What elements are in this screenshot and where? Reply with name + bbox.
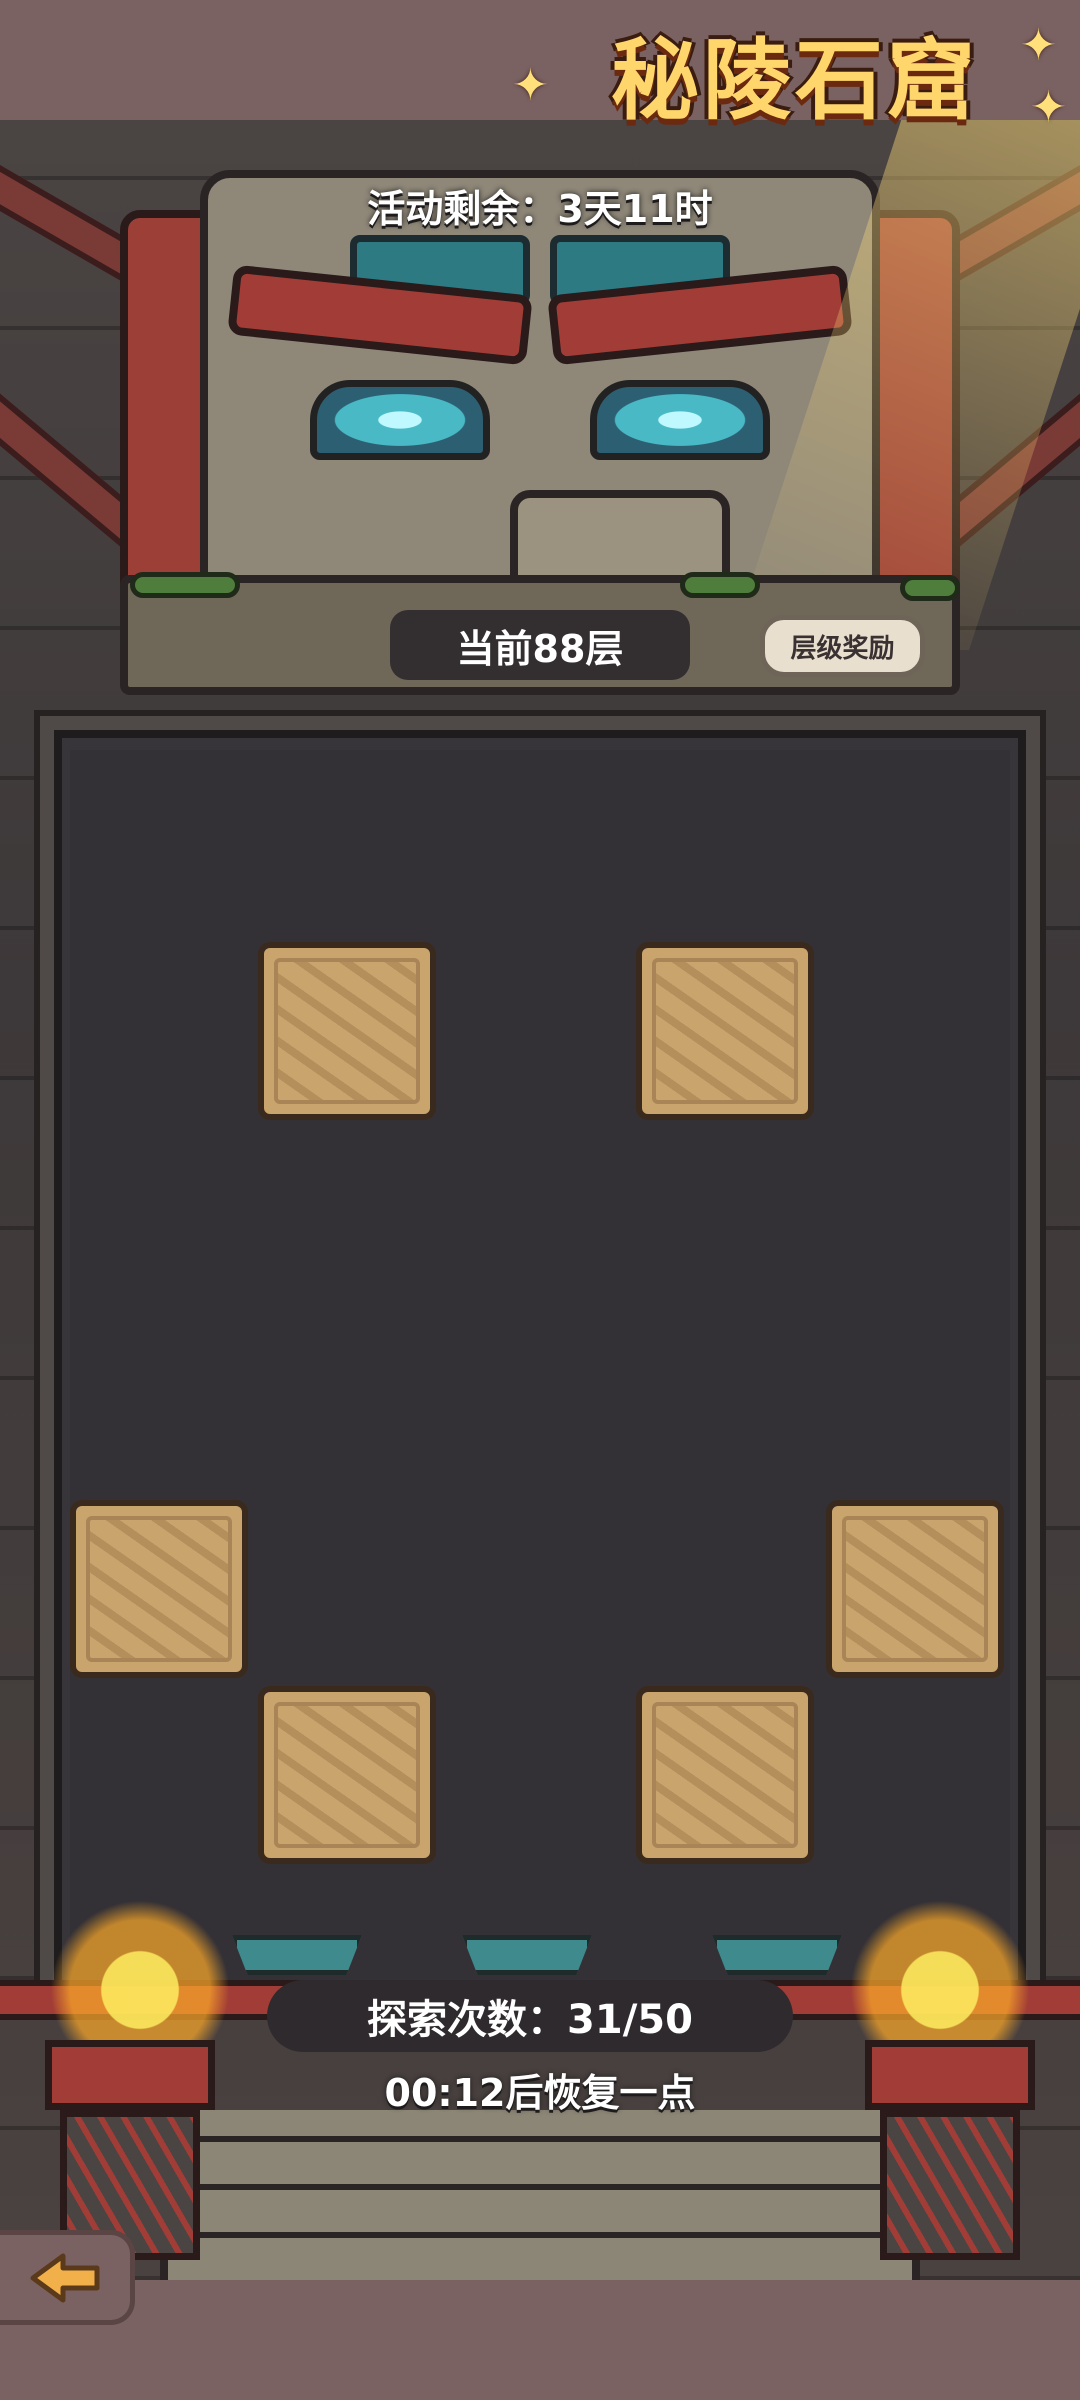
altar-teal-cap [232, 1935, 362, 1975]
hidden-tile[interactable] [70, 1500, 248, 1678]
altar-teal-cap [712, 1935, 842, 1975]
board-surface [70, 750, 1010, 1980]
back-arrow-icon [30, 2253, 100, 2302]
back-button[interactable] [0, 2230, 135, 2325]
moss-decoration [680, 572, 760, 598]
hidden-tile[interactable] [636, 942, 814, 1120]
hidden-tile[interactable] [258, 1686, 436, 1864]
sparkle-icon: ✦ [1020, 20, 1057, 71]
floor-reward-button[interactable]: 层级奖励 [760, 615, 925, 677]
recover-timer: 00:12后恢复一点 [384, 2071, 696, 2115]
altar-teal-cap [462, 1935, 592, 1975]
current-floor-label: 当前88层 [390, 610, 690, 680]
hidden-tile[interactable] [636, 1686, 814, 1864]
exploration-count: 探索次数：31/50 [267, 1980, 793, 2052]
sparkle-icon: ✦ [1030, 82, 1067, 133]
game-title: 秘陵石窟 [610, 29, 979, 132]
game-scene [0, 120, 1080, 2280]
hidden-tile[interactable] [258, 942, 436, 1120]
mask-eye-right [590, 380, 770, 460]
mask-eye-left [310, 380, 490, 460]
brazier-base [880, 2110, 1020, 2260]
stone-steps [160, 2110, 920, 2280]
bottom-bar [0, 2280, 1080, 2400]
event-time-remaining: 活动剩余：3天11时 [367, 187, 713, 231]
hidden-tile[interactable] [826, 1500, 1004, 1678]
moss-decoration [900, 575, 960, 601]
sparkle-icon: ✦ [512, 60, 549, 111]
moss-decoration [130, 572, 240, 598]
